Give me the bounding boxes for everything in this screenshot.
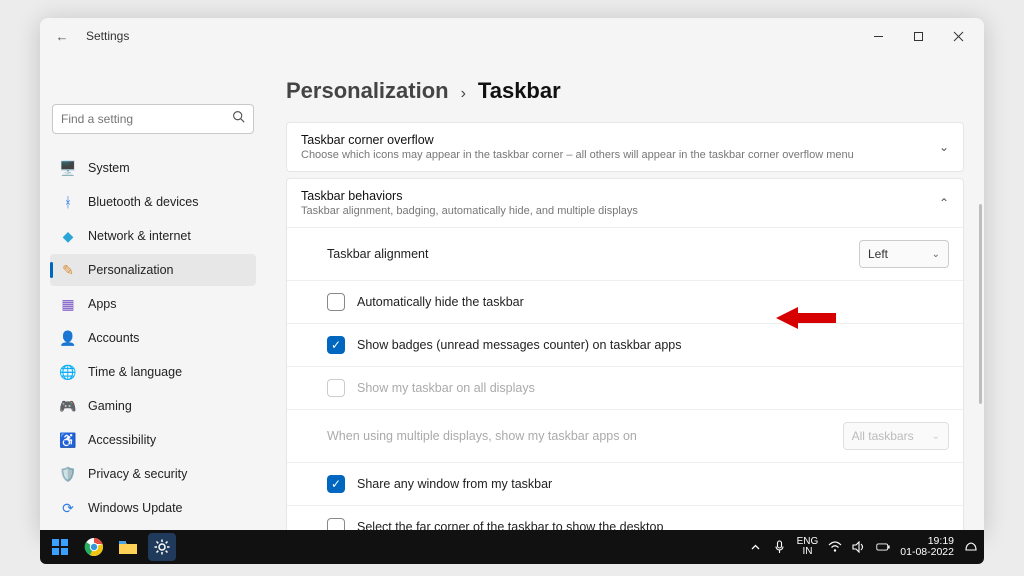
accounts-icon: 👤: [60, 330, 76, 346]
multidisp-value: All taskbars: [852, 429, 914, 443]
sidebar-nav: 🖥️ System ᚼ Bluetooth & devices ◆ Network & i…: [50, 152, 256, 524]
card-header-behaviors[interactable]: Taskbar behaviors Taskbar alignment, bad…: [287, 179, 963, 227]
file-explorer-icon[interactable]: [114, 533, 142, 561]
vertical-scrollbar[interactable]: [979, 204, 982, 404]
battery-icon[interactable]: [876, 540, 890, 554]
sidebar-item-label: Network & internet: [88, 229, 191, 243]
sidebar-item-apps[interactable]: ▦ Apps: [50, 288, 256, 320]
sidebar-item-privacy-security[interactable]: 🛡️ Privacy & security: [50, 458, 256, 490]
multidisp-label: When using multiple displays, show my ta…: [297, 429, 843, 443]
accessibility-icon: ♿: [60, 432, 76, 448]
alignment-dropdown[interactable]: Left ⌄: [859, 240, 949, 268]
main-content: Personalization › Taskbar Taskbar corner…: [266, 54, 984, 536]
settings-window: ← Settings 🖥️ System ᚼ Bluetooth & devices ◆…: [40, 18, 984, 536]
shareany-checkbox[interactable]: ✓: [327, 475, 345, 493]
sidebar-item-label: Personalization: [88, 263, 173, 277]
alignment-label: Taskbar alignment: [327, 247, 859, 261]
row-auto-hide: Automatically hide the taskbar: [287, 280, 963, 323]
autohide-label: Automatically hide the taskbar: [357, 295, 949, 309]
chevron-up-icon: ⌃: [939, 196, 949, 210]
breadcrumb-current: Taskbar: [478, 78, 561, 104]
wifi-icon[interactable]: [828, 540, 842, 554]
back-button[interactable]: ←: [46, 29, 78, 44]
showall-checkbox: [327, 379, 345, 397]
sidebar-item-windows-update[interactable]: ⟳ Windows Update: [50, 492, 256, 524]
windows-taskbar: ENGIN 19:1901-08-2022: [40, 530, 984, 564]
row-show-badges: ✓ Show badges (unread messages counter) …: [287, 323, 963, 366]
row-taskbar-alignment: Taskbar alignment Left ⌄: [287, 227, 963, 280]
chevron-down-icon: ⌄: [939, 140, 949, 154]
showall-label: Show my taskbar on all displays: [357, 381, 949, 395]
sidebar: 🖥️ System ᚼ Bluetooth & devices ◆ Network & i…: [40, 54, 266, 536]
notifications-icon[interactable]: [964, 540, 978, 554]
title-bar: ← Settings: [40, 18, 984, 54]
annotation-arrow-icon: [776, 304, 836, 332]
search-box[interactable]: [52, 104, 254, 134]
sidebar-item-label: Bluetooth & devices: [88, 195, 199, 209]
row-share-any-window: ✓ Share any window from my taskbar: [287, 462, 963, 505]
volume-icon[interactable]: [852, 540, 866, 554]
badges-checkbox[interactable]: ✓: [327, 336, 345, 354]
breadcrumb: Personalization › Taskbar: [286, 78, 964, 104]
start-button[interactable]: [46, 533, 74, 561]
sidebar-item-bluetooth-devices[interactable]: ᚼ Bluetooth & devices: [50, 186, 256, 218]
sidebar-item-label: Apps: [88, 297, 117, 311]
gaming-icon: 🎮: [60, 398, 76, 414]
sidebar-item-label: Windows Update: [88, 501, 183, 515]
privacy-security-icon: 🛡️: [60, 466, 76, 482]
card-header-overflow[interactable]: Taskbar corner overflow Choose which ico…: [287, 123, 963, 171]
close-button[interactable]: [938, 22, 978, 50]
sidebar-item-time-language[interactable]: 🌐 Time & language: [50, 356, 256, 388]
app-title: Settings: [86, 29, 129, 43]
autohide-checkbox[interactable]: [327, 293, 345, 311]
sidebar-item-label: Accounts: [88, 331, 139, 345]
microphone-icon[interactable]: [773, 540, 787, 554]
search-icon: [232, 110, 245, 128]
shareany-label: Share any window from my taskbar: [357, 477, 949, 491]
apps-icon: ▦: [60, 296, 76, 312]
windows-update-icon: ⟳: [60, 500, 76, 516]
alignment-value: Left: [868, 247, 888, 261]
card-taskbar-corner-overflow: Taskbar corner overflow Choose which ico…: [286, 122, 964, 172]
overflow-subtitle: Choose which icons may appear in the tas…: [301, 149, 939, 161]
badges-label: Show badges (unread messages counter) on…: [357, 338, 949, 352]
sidebar-item-label: Time & language: [88, 365, 182, 379]
sidebar-item-label: System: [88, 161, 130, 175]
card-taskbar-behaviors: Taskbar behaviors Taskbar alignment, bad…: [286, 178, 964, 536]
search-input[interactable]: [61, 112, 232, 126]
sidebar-item-network-internet[interactable]: ◆ Network & internet: [50, 220, 256, 252]
sidebar-item-accessibility[interactable]: ♿ Accessibility: [50, 424, 256, 456]
overflow-title: Taskbar corner overflow: [301, 133, 939, 147]
behaviors-title: Taskbar behaviors: [301, 189, 939, 203]
row-multi-display-apps: When using multiple displays, show my ta…: [287, 409, 963, 462]
sidebar-item-label: Gaming: [88, 399, 132, 413]
chevron-down-icon: ⌄: [932, 249, 940, 260]
sidebar-item-personalization[interactable]: ✎ Personalization: [50, 254, 256, 286]
breadcrumb-parent[interactable]: Personalization: [286, 78, 449, 104]
tray-chevron-up-icon[interactable]: [749, 540, 763, 554]
sidebar-item-label: Privacy & security: [88, 467, 187, 481]
bluetooth-devices-icon: ᚼ: [60, 194, 76, 210]
behaviors-subtitle: Taskbar alignment, badging, automaticall…: [301, 205, 939, 217]
network-internet-icon: ◆: [60, 228, 76, 244]
sidebar-item-gaming[interactable]: 🎮 Gaming: [50, 390, 256, 422]
minimize-button[interactable]: [858, 22, 898, 50]
sidebar-item-accounts[interactable]: 👤 Accounts: [50, 322, 256, 354]
row-show-all-displays: Show my taskbar on all displays: [287, 366, 963, 409]
personalization-icon: ✎: [60, 262, 76, 278]
settings-app-icon[interactable]: [148, 533, 176, 561]
language-indicator[interactable]: ENGIN: [797, 537, 819, 558]
sidebar-item-label: Accessibility: [88, 433, 156, 447]
breadcrumb-separator: ›: [461, 85, 466, 103]
sidebar-item-system[interactable]: 🖥️ System: [50, 152, 256, 184]
chevron-down-icon: ⌄: [932, 431, 940, 442]
maximize-button[interactable]: [898, 22, 938, 50]
clock[interactable]: 19:1901-08-2022: [900, 536, 954, 558]
chrome-icon[interactable]: [80, 533, 108, 561]
time-language-icon: 🌐: [60, 364, 76, 380]
multidisp-dropdown: All taskbars ⌄: [843, 422, 949, 450]
system-icon: 🖥️: [60, 160, 76, 176]
